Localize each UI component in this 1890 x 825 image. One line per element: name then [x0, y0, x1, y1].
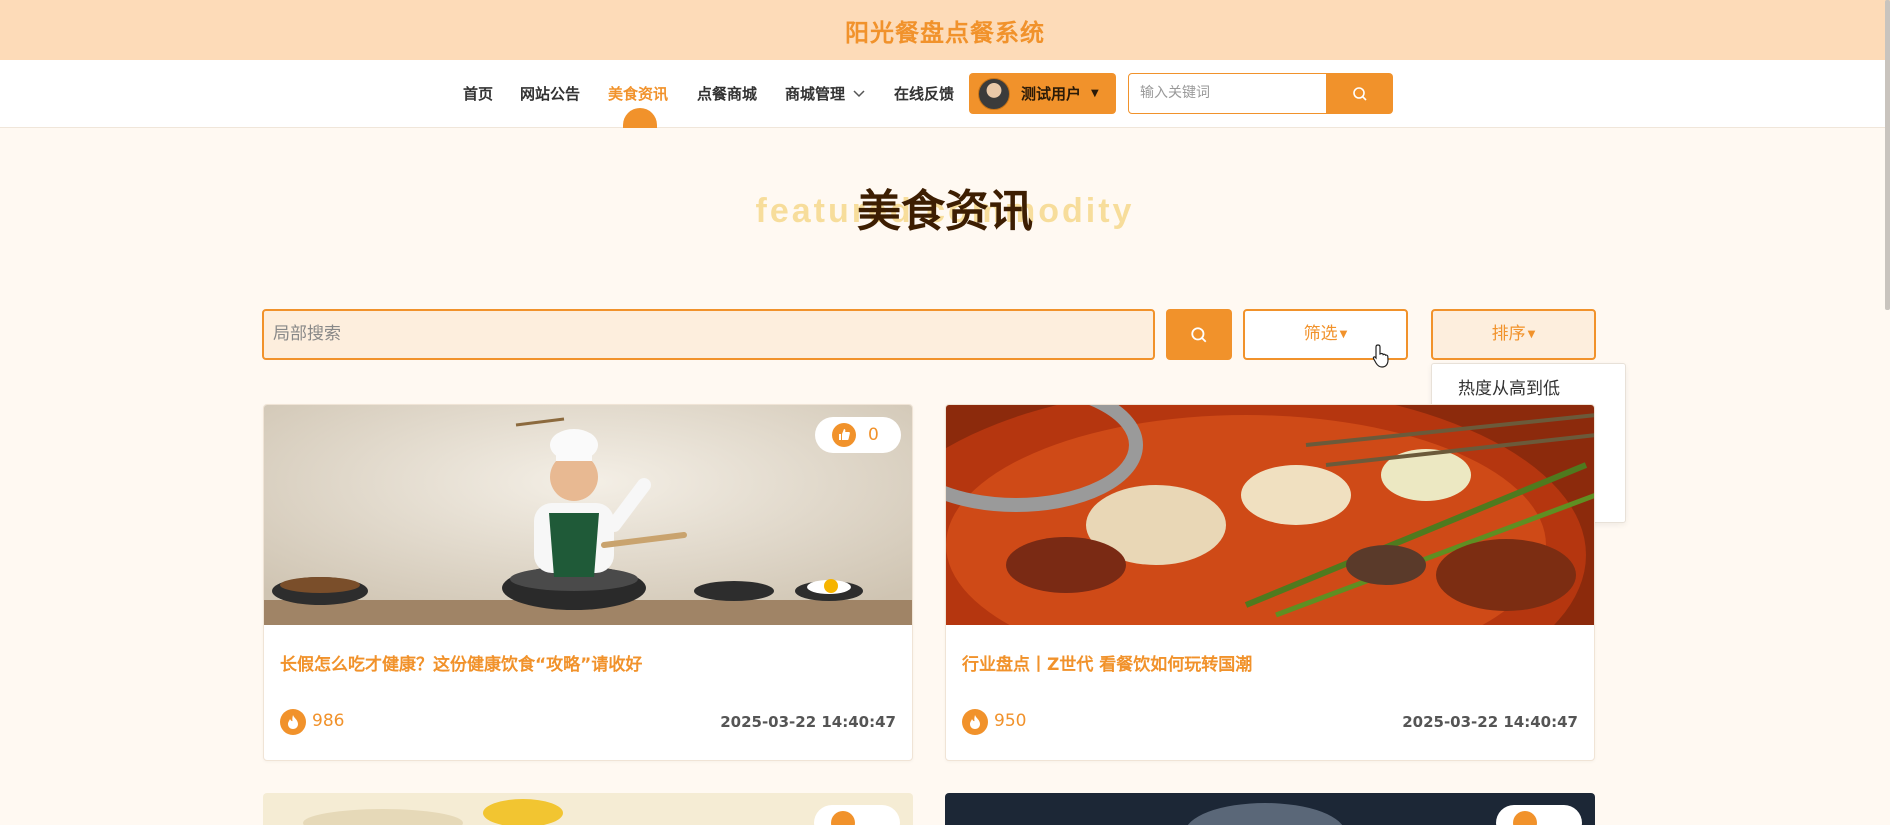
nav-search-button[interactable]	[1326, 73, 1393, 114]
user-name: 测试用户	[1021, 85, 1082, 103]
news-card[interactable]: 行业盘点丨Z世代 看餐饮如何玩转国潮 950 2025-03-22 14:40:…	[945, 404, 1595, 761]
nav-item-announcements[interactable]: 网站公告	[520, 60, 580, 128]
site-header: 阳光餐盘点餐系统	[0, 0, 1890, 60]
filter-label: 筛选	[1303, 324, 1338, 344]
thumbs-up-icon	[832, 423, 856, 447]
user-menu-button[interactable]: 测试用户 ▼	[969, 73, 1116, 114]
sort-button[interactable]: 排序 ▼	[1431, 309, 1596, 360]
like-count: 0	[868, 425, 879, 445]
fire-icon	[280, 709, 306, 735]
avatar	[978, 77, 1010, 110]
news-card-title[interactable]: 长假怎么吃才健康？这份健康饮食“攻略”请收好	[280, 650, 642, 675]
page-scrollbar[interactable]	[1885, 0, 1890, 310]
site-title: 阳光餐盘点餐系统	[845, 18, 1045, 47]
hot-count: 986	[312, 711, 345, 731]
fire-icon	[962, 709, 988, 735]
sort-option-hot-desc[interactable]: 热度从高到低	[1432, 372, 1625, 408]
caret-down-icon: ▼	[1527, 329, 1536, 340]
search-icon	[1191, 326, 1207, 342]
caret-down-icon: ▼	[1339, 329, 1348, 340]
search-icon	[1352, 86, 1367, 101]
nav-item-shop[interactable]: 点餐商城	[697, 60, 757, 128]
nav-search-input[interactable]: 输入关键词	[1128, 73, 1327, 114]
nav-item-shop-management-label: 商城管理	[785, 85, 846, 103]
local-search-button[interactable]	[1166, 309, 1232, 360]
local-search-input[interactable]: 局部搜索	[262, 309, 1155, 360]
nav-item-home[interactable]: 首页	[463, 60, 493, 128]
caret-down-icon: ▼	[1091, 88, 1099, 99]
section-heading: featured commodity 美食资讯	[0, 170, 1890, 260]
news-card[interactable]	[263, 793, 913, 825]
sort-label: 排序	[1491, 324, 1526, 344]
news-card[interactable]: 0 长假怎么吃才健康？这份健康饮食“攻略”请收好 986 2025-03-22 …	[263, 404, 913, 761]
section-title: 美食资讯	[857, 186, 1033, 237]
publish-time: 2025-03-22 14:40:47	[720, 713, 896, 731]
news-card[interactable]	[945, 793, 1595, 825]
publish-time: 2025-03-22 14:40:47	[1402, 713, 1578, 731]
mouse-cursor-icon	[1372, 343, 1392, 373]
news-card-title[interactable]: 行业盘点丨Z世代 看餐饮如何玩转国潮	[962, 650, 1252, 675]
like-button[interactable]: 0	[815, 417, 901, 453]
nav-item-shop-management[interactable]: 商城管理	[785, 60, 865, 128]
chevron-down-icon	[853, 61, 865, 129]
nav-item-feedback[interactable]: 在线反馈	[894, 60, 954, 128]
news-card-image	[946, 405, 1594, 625]
main-nav: 首页 网站公告 美食资讯 点餐商城 商城管理 在线反馈	[0, 60, 1890, 128]
hot-count: 950	[994, 711, 1027, 731]
